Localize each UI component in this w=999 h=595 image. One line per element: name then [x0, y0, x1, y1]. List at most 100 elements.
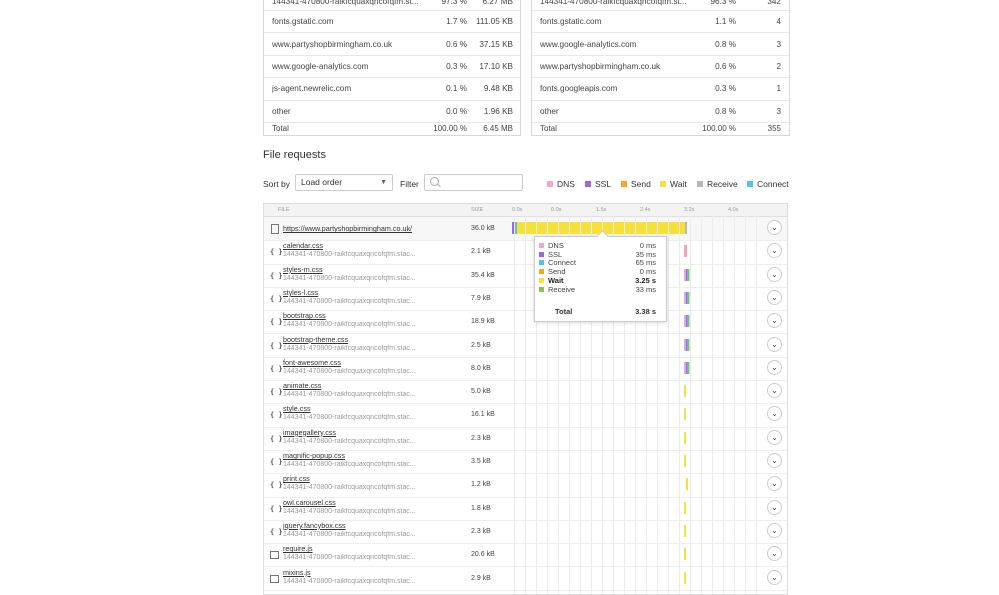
filter-input[interactable] [424, 174, 523, 191]
timeline-gridline [668, 216, 669, 594]
chevron-down-icon: ⌄ [771, 502, 778, 512]
request-name-link[interactable]: print.css [283, 474, 310, 483]
expand-row-button[interactable]: ⌄ [767, 336, 782, 352]
request-host: 144341-470800-raikfcquaxqncofqfm.stac... [283, 530, 416, 538]
domain-name: fonts.gstatic.com [272, 17, 334, 27]
request-name-link[interactable]: bootstrap.css [283, 311, 326, 320]
css-file-icon: { } [270, 434, 283, 443]
expand-row-button[interactable]: ⌄ [767, 406, 782, 422]
request-name-link[interactable]: style.css [283, 404, 311, 413]
timing-bar[interactable] [684, 501, 686, 514]
timing-segment [684, 431, 686, 444]
request-host: 144341-470800-raikfcquaxqncofqfm.stac... [283, 367, 416, 375]
tooltip-label: SSL [548, 249, 563, 259]
timeline-tick-label: 2.4s [640, 207, 651, 213]
domain-percent: 0.6 % [446, 39, 467, 49]
request-name-link[interactable]: styles-m.css [283, 265, 323, 274]
request-host: 144341-470800-raikfcquaxqncofqfm.stac... [283, 391, 416, 399]
timeline-gridline [756, 216, 757, 594]
timing-bar[interactable] [684, 548, 686, 561]
timing-tooltip: DNS 0 ms SSL 35 ms Connect 65 ms Send 0 ms Wait 3… [534, 236, 667, 322]
domain-value: 342 [767, 0, 781, 6]
request-name-link[interactable]: calendar.css [283, 241, 323, 250]
timing-bar[interactable] [684, 385, 686, 398]
table-row: js-agent.newrelic.com 0.1 % 9.48 KB [264, 78, 520, 101]
request-host: 144341-470800-raikfcquaxqncofqfm.stac... [283, 251, 416, 259]
request-name-link[interactable]: require.js [283, 544, 313, 553]
request-name-link[interactable]: imagegallery.css [283, 428, 336, 437]
request-host: 144341-470800-raikfcquaxqncofqfm.stac... [283, 554, 416, 562]
css-file-icon: { } [270, 388, 283, 397]
expand-row-button[interactable]: ⌄ [767, 313, 782, 329]
expand-row-button[interactable]: ⌄ [767, 453, 782, 468]
domain-value: 2 [776, 61, 781, 71]
table-row: fonts.gstatic.com 1.1 % 4 [532, 11, 789, 34]
timing-segment [684, 571, 686, 584]
sort-by-label: Sort by [263, 179, 290, 189]
request-name-link[interactable]: animate.css [283, 381, 321, 390]
tooltip-label: Receive [548, 284, 576, 294]
tooltip-swatch [539, 243, 544, 248]
tooltip-swatch [539, 286, 544, 292]
timing-bar[interactable] [684, 524, 686, 537]
request-size: 2.5 kB [471, 341, 491, 349]
css-file-icon: { } [270, 341, 283, 350]
legend-label: Receive [707, 179, 738, 189]
chevron-down-icon: ⌄ [771, 362, 778, 372]
expand-row-button[interactable]: ⌄ [767, 220, 782, 235]
tooltip-swatch [539, 260, 544, 266]
request-size: 20.6 kB [471, 551, 495, 559]
total-percent: 100.00 % [702, 124, 736, 134]
timing-bar[interactable] [686, 478, 688, 491]
request-name-link[interactable]: styles-l.css [283, 288, 318, 297]
request-host: 144341-470800-raikfcquaxqncofqfm.stac... [283, 577, 416, 585]
tooltip-label: Wait [548, 275, 564, 285]
expand-row-button[interactable]: ⌄ [767, 429, 782, 445]
request-name-link[interactable]: jquery.fancybox.css [283, 521, 346, 530]
expand-row-button[interactable]: ⌄ [767, 266, 782, 282]
legend-item-connect: Connect [747, 179, 789, 189]
total-value: 6.45 MB [483, 124, 513, 134]
expand-row-button[interactable]: ⌄ [767, 546, 782, 562]
request-name-link[interactable]: https://www.partyshopbirmingham.co.uk/ [283, 224, 412, 233]
expand-row-button[interactable]: ⌄ [767, 476, 782, 492]
request-name-link[interactable]: magnific-popup.css [283, 451, 345, 460]
domain-percent: 0.1 % [446, 84, 467, 94]
request-name-link[interactable]: font-awesome.css [283, 358, 341, 367]
timeline-gridline [745, 216, 746, 594]
chevron-down-icon: ⌄ [771, 456, 778, 465]
legend-item-dns: DNS [547, 179, 575, 189]
tooltip-label: Send [548, 267, 566, 277]
timing-bar[interactable] [684, 408, 686, 421]
timeline-gridline [701, 216, 702, 594]
tooltip-value: 3.25 s [635, 275, 656, 285]
domain-name: js-agent.newrelic.com [272, 84, 352, 94]
timeline-gridline [690, 216, 691, 594]
expand-row-button[interactable]: ⌄ [767, 383, 782, 399]
legend-swatch [747, 181, 753, 187]
timing-bar[interactable] [684, 431, 686, 444]
expand-row-button[interactable]: ⌄ [767, 569, 782, 585]
request-size: 16.1 kB [471, 411, 495, 419]
column-header-size: SIZE [471, 207, 484, 213]
sort-select[interactable]: Load order ▼ [295, 174, 393, 191]
table-row: www.google-analytics.com 0.3 % 17.10 KB [264, 56, 520, 79]
domain-percent: 0.6 % [715, 61, 736, 71]
chevron-down-icon: ⌄ [771, 316, 778, 326]
table-row: fonts.googleapis.com 0.3 % 1 [532, 78, 789, 101]
expand-row-button[interactable]: ⌄ [767, 289, 782, 305]
request-name-link[interactable]: bootstrap-theme.css [283, 335, 348, 344]
timing-bar[interactable] [684, 245, 687, 258]
request-name-link[interactable]: owl.carousel.css [283, 498, 336, 507]
chevron-down-icon: ⌄ [771, 409, 778, 419]
timing-bar[interactable] [684, 455, 686, 467]
expand-row-button[interactable]: ⌄ [767, 522, 782, 538]
expand-row-button[interactable]: ⌄ [767, 243, 782, 259]
expand-row-button[interactable]: ⌄ [767, 359, 782, 375]
table-row: fonts.gstatic.com 1.7 % 111.05 KB [264, 11, 520, 34]
chevron-down-icon: ⌄ [771, 246, 778, 256]
timing-bar[interactable] [684, 571, 686, 584]
expand-row-button[interactable]: ⌄ [767, 499, 782, 515]
request-name-link[interactable]: mixins.js [283, 568, 311, 577]
tooltip-total-label: Total [555, 307, 573, 316]
